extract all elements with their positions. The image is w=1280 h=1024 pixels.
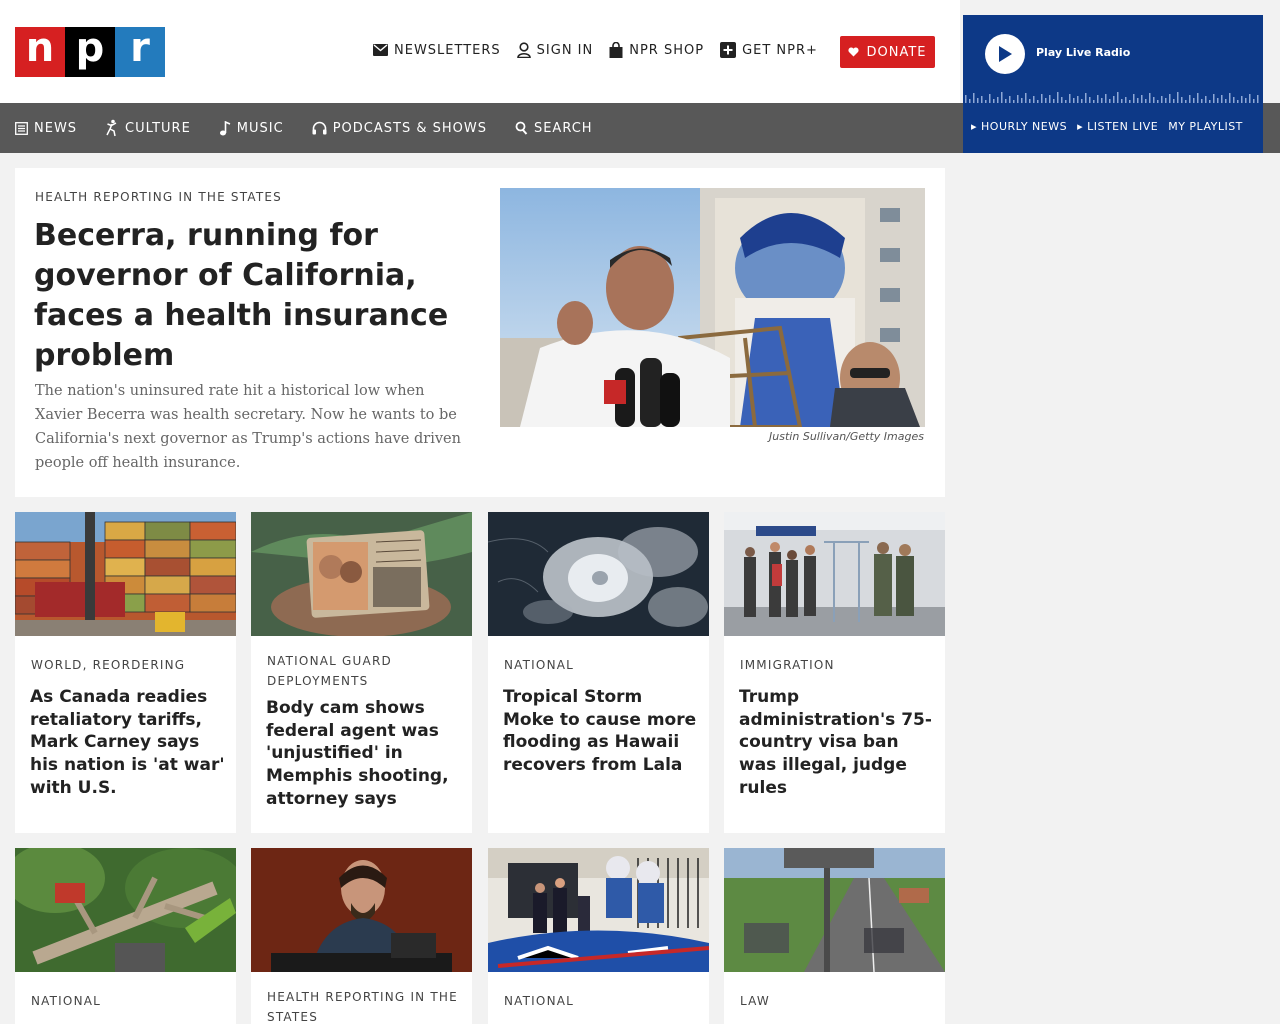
live-radio-player: Play Live Radio ▸ HOURLY NEWS ▸ LISTEN L… <box>963 15 1263 153</box>
nav-music[interactable]: MUSIC <box>219 120 284 136</box>
sign-in-label: SIGN IN <box>536 42 594 58</box>
airport-security-photo <box>724 512 945 636</box>
story-slug[interactable]: NATIONAL GUARD DEPLOYMENTS <box>267 651 462 691</box>
play-live-radio-label: Play Live Radio <box>1036 46 1131 59</box>
shipping-containers-photo <box>15 512 236 636</box>
story-card: LAW <box>724 848 945 1024</box>
user-icon <box>516 42 531 58</box>
story-slug[interactable]: IMMIGRATION <box>740 655 935 675</box>
story-headline[interactable]: Body cam shows federal agent was 'unjust… <box>266 697 461 811</box>
npr-logo[interactable]: n p r <box>15 27 165 77</box>
highway-traffic-photo <box>724 848 945 972</box>
music-note-icon <box>219 120 231 135</box>
story-slug[interactable]: NATIONAL <box>504 991 699 1011</box>
mail-icon <box>373 44 388 56</box>
heart-icon <box>848 47 860 57</box>
nav-podcasts-shows[interactable]: PODCASTS & SHOWS <box>312 121 487 136</box>
story-image[interactable] <box>488 848 709 972</box>
story-image[interactable] <box>724 512 945 636</box>
story-card: IMMIGRATION Trump administration's 75-co… <box>724 512 945 833</box>
news-icon <box>15 121 28 135</box>
memorial-photo <box>251 512 472 636</box>
npr-shop-label: NPR SHOP <box>629 42 705 58</box>
donate-label: DONATE <box>866 44 927 60</box>
get-npr-plus-link[interactable]: GET NPR+ <box>720 42 818 58</box>
header: n p r NEWSLETTERS SIGN IN NPR SHOP GET N… <box>0 0 960 103</box>
nav-podcasts-label: PODCASTS & SHOWS <box>332 120 487 136</box>
player-header: Play Live Radio <box>963 15 1263 103</box>
featured-photo <box>500 188 925 427</box>
white-house-event-photo <box>488 848 709 972</box>
featured-teaser: The nation's uninsured rate hit a histor… <box>35 383 461 471</box>
story-slug[interactable]: NATIONAL <box>31 991 226 1011</box>
sign-in-link[interactable]: SIGN IN <box>516 42 594 58</box>
story-image[interactable] <box>15 848 236 972</box>
featured-story: HEALTH REPORTING IN THE STATES Becerra, … <box>15 168 945 497</box>
story-image[interactable] <box>488 512 709 636</box>
nav-news[interactable]: NEWS <box>15 121 77 136</box>
nav-culture[interactable]: CULTURE <box>105 119 191 137</box>
story-card: WORLD, REORDERING As Canada readies reta… <box>15 512 236 833</box>
fallen-tree-photo <box>15 848 236 972</box>
hourly-news-link[interactable]: ▸ HOURLY NEWS <box>971 120 1067 133</box>
audio-waveform <box>965 92 1259 103</box>
nav-edge <box>1263 103 1280 153</box>
nav-news-label: NEWS <box>34 120 78 136</box>
story-image[interactable] <box>15 512 236 636</box>
play-icon <box>999 46 1012 62</box>
story-slug[interactable]: WORLD, REORDERING <box>31 655 226 675</box>
nav-culture-label: CULTURE <box>125 120 191 136</box>
story-slug[interactable]: LAW <box>740 991 935 1011</box>
story-card: NATIONAL Tropical Storm Moke to cause mo… <box>488 512 709 833</box>
featured-image[interactable] <box>500 188 925 427</box>
story-headline[interactable]: Trump administration's 75-country visa b… <box>739 686 934 800</box>
my-playlist-link[interactable]: MY PLAYLIST <box>1168 120 1243 133</box>
search-icon <box>515 121 528 135</box>
newsletters-link[interactable]: NEWSLETTERS <box>373 43 501 58</box>
story-image[interactable] <box>251 512 472 636</box>
nav-search[interactable]: SEARCH <box>515 121 593 136</box>
play-live-radio-button[interactable] <box>985 34 1025 74</box>
story-card: HEALTH REPORTING IN THE STATES <box>251 848 472 1024</box>
player-links: ▸ HOURLY NEWS ▸ LISTEN LIVE MY PLAYLIST <box>971 120 1253 133</box>
story-card: NATIONAL GUARD DEPLOYMENTS Body cam show… <box>251 512 472 833</box>
my-playlist-label: MY PLAYLIST <box>1168 120 1243 133</box>
headphones-icon <box>312 121 327 135</box>
donate-button[interactable]: DONATE <box>840 36 935 68</box>
story-card: NATIONAL <box>15 848 236 1024</box>
logo-letter-p: p <box>65 27 115 77</box>
story-slug[interactable]: NATIONAL <box>504 655 699 675</box>
featured-headline[interactable]: Becerra, running for governor of Califor… <box>34 216 474 376</box>
plus-square-icon <box>720 42 737 58</box>
main-nav: NEWS CULTURE MUSIC PODCASTS & SHOWS SEAR… <box>0 103 963 153</box>
satellite-storm-photo <box>488 512 709 636</box>
story-image[interactable] <box>724 848 945 972</box>
listen-live-label: LISTEN LIVE <box>1087 120 1159 133</box>
nav-music-label: MUSIC <box>236 120 284 136</box>
story-slug[interactable]: HEALTH REPORTING IN THE STATES <box>267 987 462 1024</box>
story-headline[interactable]: As Canada readies retaliatory tariffs, M… <box>30 686 225 800</box>
listen-live-link[interactable]: ▸ LISTEN LIVE <box>1077 120 1158 133</box>
story-image[interactable] <box>251 848 472 972</box>
culture-icon <box>106 119 117 137</box>
musician-photo <box>251 848 472 972</box>
nav-search-label: SEARCH <box>533 120 593 136</box>
story-headline[interactable]: Tropical Storm Moke to cause more floodi… <box>503 686 698 777</box>
get-npr-plus-label: GET NPR+ <box>742 42 818 58</box>
story-card: NATIONAL <box>488 848 709 1024</box>
featured-image-credit: Justin Sullivan/Getty Images <box>769 430 924 443</box>
logo-letter-r: r <box>115 27 165 77</box>
shopping-bag-icon <box>609 42 623 58</box>
logo-letter-n: n <box>15 27 65 77</box>
utility-nav: NEWSLETTERS SIGN IN NPR SHOP GET NPR+ <box>373 42 834 58</box>
newsletters-label: NEWSLETTERS <box>394 42 501 58</box>
hourly-news-label: HOURLY NEWS <box>981 120 1068 133</box>
npr-shop-link[interactable]: NPR SHOP <box>609 42 704 58</box>
featured-slug[interactable]: HEALTH REPORTING IN THE STATES <box>35 190 282 204</box>
